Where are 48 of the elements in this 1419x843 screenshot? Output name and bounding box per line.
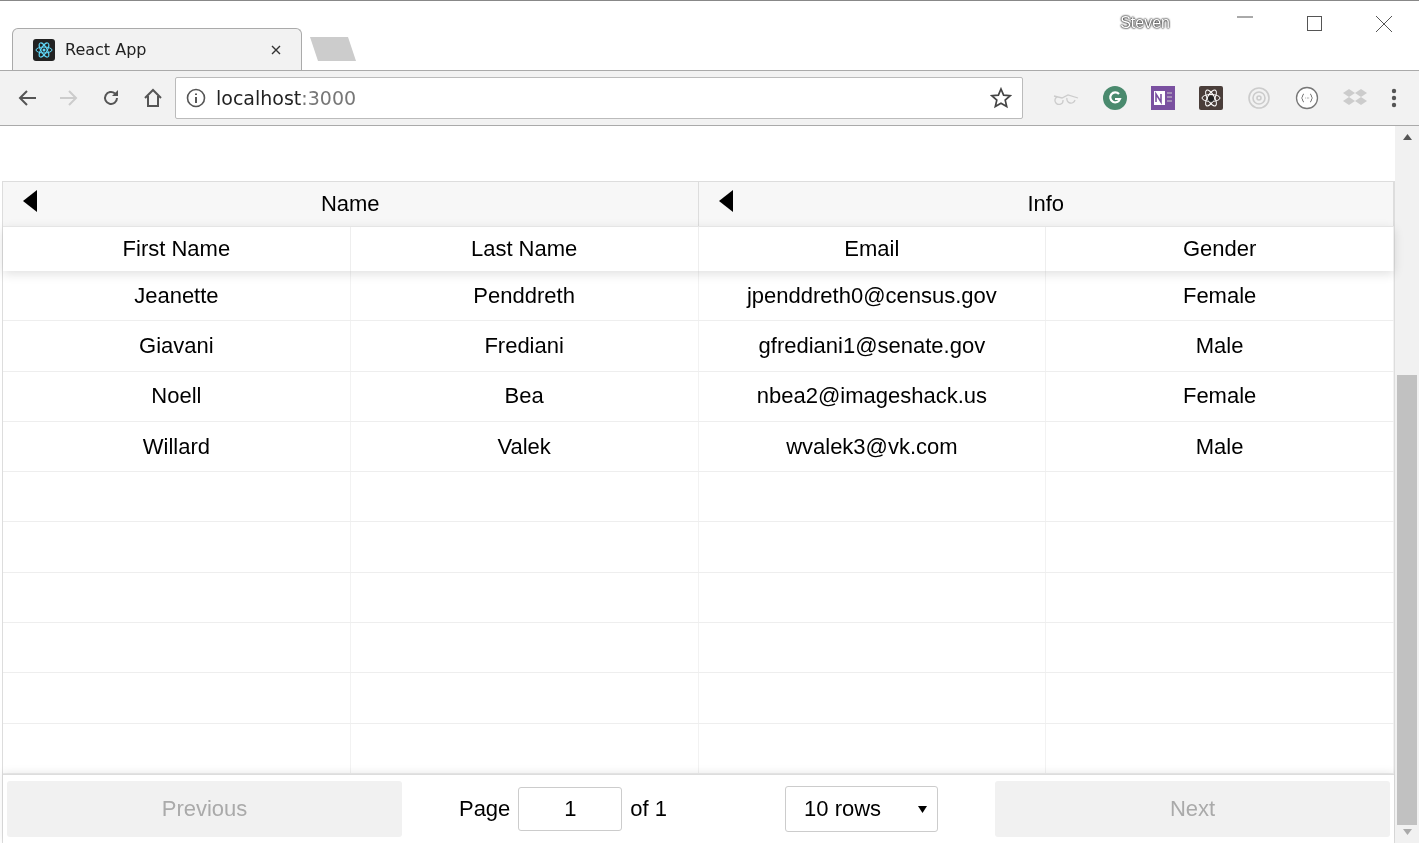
table-cell: nbea2@imageshack.us (698, 371, 1047, 421)
table-cell: Penddreth (350, 271, 699, 321)
column-header[interactable]: Email (698, 227, 1047, 271)
table-cell: Valek (350, 421, 699, 472)
profile-name[interactable]: Steven (1120, 14, 1170, 32)
table-cell: Female (1046, 271, 1394, 321)
column-group-header[interactable]: Name (3, 182, 699, 226)
column-header[interactable]: Gender (1046, 227, 1394, 271)
table-cell: Frediani (350, 321, 699, 371)
notebook-icon[interactable] (1151, 86, 1175, 110)
page-count: of 1 (630, 796, 668, 822)
back-icon[interactable] (17, 89, 37, 107)
collapse-icon[interactable] (23, 190, 37, 212)
caret-icon (918, 805, 928, 813)
page-input[interactable]: 1 (518, 787, 623, 831)
column-header[interactable]: Last Name (350, 227, 699, 271)
table-cell: Male (1046, 421, 1394, 472)
address-bar[interactable]: localhost:3000 (175, 77, 1023, 119)
atom-icon (33, 38, 55, 61)
maximize-icon[interactable] (1307, 16, 1322, 31)
close-icon[interactable] (1376, 16, 1392, 32)
table-cell: Female (1046, 371, 1394, 421)
reload-icon[interactable] (101, 88, 121, 108)
star-icon[interactable] (990, 87, 1012, 109)
atom-icon[interactable] (1199, 86, 1223, 110)
braces-icon[interactable] (1295, 86, 1319, 110)
info-icon[interactable] (186, 88, 206, 108)
table-cell: Jeanette (3, 271, 351, 321)
close-icon[interactable] (271, 44, 281, 55)
table-cell: Bea (350, 371, 699, 421)
table-cell: Male (1046, 321, 1394, 371)
column-group-header[interactable]: Info (698, 182, 1394, 226)
scroll-up-icon[interactable] (1402, 134, 1412, 140)
table-cell: Willard (3, 421, 351, 472)
table-cell: jpenddreth0@census.gov (698, 271, 1047, 321)
browser-tab[interactable]: React App (12, 28, 302, 70)
page-label: Page (458, 796, 511, 822)
page-size-select[interactable]: 10 rows (785, 786, 939, 832)
table-cell: Giavani (3, 321, 351, 371)
collapse-icon[interactable] (718, 190, 733, 212)
scrollbar[interactable] (1395, 126, 1419, 843)
menu-icon[interactable] (1391, 88, 1397, 108)
table-cell: wvalek3@vk.com (698, 421, 1047, 472)
home-icon[interactable] (143, 88, 163, 108)
table-cell: Noell (3, 371, 351, 421)
table-cell: gfrediani1@senate.gov (698, 321, 1047, 371)
grammar-icon[interactable] (1103, 86, 1127, 110)
column-header[interactable]: First Name (3, 227, 351, 271)
